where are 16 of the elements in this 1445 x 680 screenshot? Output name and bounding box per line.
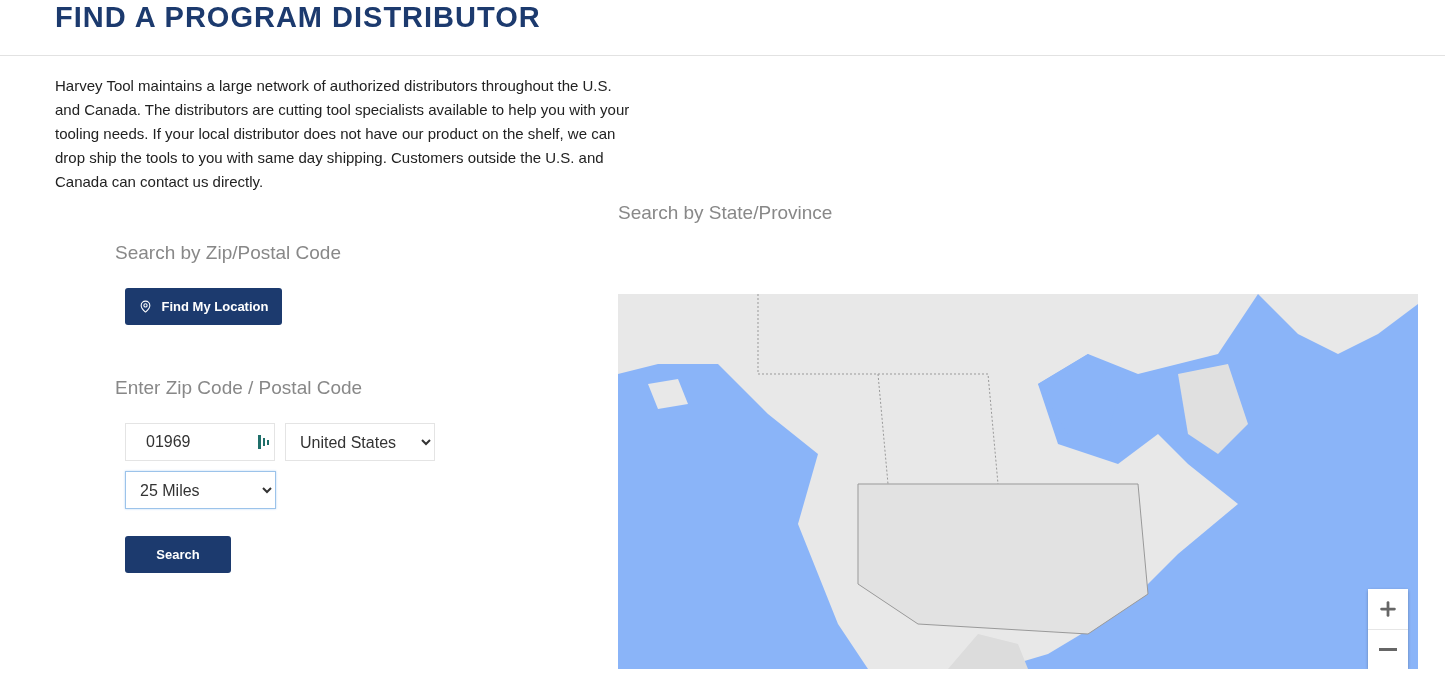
search-button[interactable]: Search — [125, 536, 231, 573]
zoom-in-button[interactable] — [1368, 589, 1408, 629]
pin-icon — [138, 300, 152, 313]
page-title: FIND A PROGRAM DISTRIBUTOR — [55, 0, 541, 34]
plus-icon — [1377, 598, 1399, 620]
zip-form-heading: Enter Zip Code / Postal Code — [115, 377, 363, 399]
bars-icon — [258, 435, 270, 449]
country-select[interactable]: United States — [285, 423, 435, 461]
radius-select[interactable]: 25 Miles — [125, 471, 276, 509]
zip-search-heading: Search by Zip/Postal Code — [115, 242, 341, 264]
find-location-button[interactable]: Find My Location — [125, 288, 282, 325]
zip-code-field[interactable]: 01969 — [125, 423, 275, 461]
state-search-heading: Search by State/Province — [618, 202, 834, 224]
zoom-out-button[interactable] — [1368, 629, 1408, 669]
minus-icon — [1379, 648, 1397, 651]
intro-paragraph: Harvey Tool maintains a large network of authorized distributors throughout the U.S. and Canada. The distributors are cutting tool specialists available to help you with your tooling needs. If your local distributor does not have our product on the shelf, we can drop ship the tools to you with same day shipping. Customers outside the U.S. and Canada can contact us directly. — [55, 76, 631, 192]
